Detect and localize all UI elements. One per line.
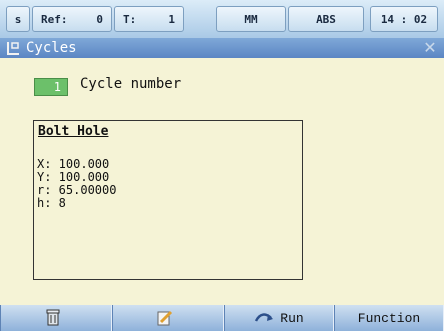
bolt-hole-panel: Bolt Hole X: 100.000 Y: 100.000 r: 65.0000… <box>33 120 303 280</box>
tool-value: 1 <box>168 12 175 26</box>
edit-softkey[interactable] <box>112 305 224 331</box>
cycles-icon <box>7 42 19 55</box>
abs-indicator: ABS <box>288 6 364 32</box>
run-label: Run <box>280 310 304 326</box>
window-titlebar: Cycles ✕ <box>0 38 444 58</box>
param-h: h: 8 <box>37 196 66 210</box>
tool-label: T: <box>123 12 137 26</box>
status-bar: s Ref: 0 T: 1 MM ABS 14 : 02 <box>0 0 444 38</box>
abs-text: ABS <box>316 12 336 26</box>
units-text: MM <box>244 12 258 26</box>
mode-indicator: s <box>6 6 30 32</box>
run-icon <box>255 313 274 322</box>
tool-indicator: T: 1 <box>114 6 184 32</box>
softkey-bar: Run Function <box>0 305 444 331</box>
cycle-number-field[interactable]: 1 <box>34 78 68 96</box>
close-icon[interactable]: ✕ <box>422 40 438 56</box>
mode-text: s <box>14 12 22 26</box>
window-title: Cycles <box>26 40 77 56</box>
ref-indicator: Ref: 0 <box>32 6 112 32</box>
clock-text: 14 : 02 <box>380 12 428 26</box>
ref-value: 0 <box>96 12 103 26</box>
cycle-number-label: Cycle number <box>80 76 182 92</box>
run-softkey[interactable]: Run <box>224 305 334 331</box>
clock: 14 : 02 <box>370 6 438 32</box>
function-label: Function <box>357 310 421 326</box>
bolt-hole-title: Bolt Hole <box>38 124 109 139</box>
bolt-hole-params: X: 100.000 Y: 100.000 r: 65.00000 h: 8 <box>37 158 116 210</box>
ref-label: Ref: <box>41 12 68 26</box>
units-indicator: MM <box>216 6 286 32</box>
function-softkey[interactable]: Function <box>334 305 444 331</box>
edit-icon <box>157 310 173 326</box>
trash-icon <box>46 309 60 326</box>
delete-softkey[interactable] <box>0 305 112 331</box>
